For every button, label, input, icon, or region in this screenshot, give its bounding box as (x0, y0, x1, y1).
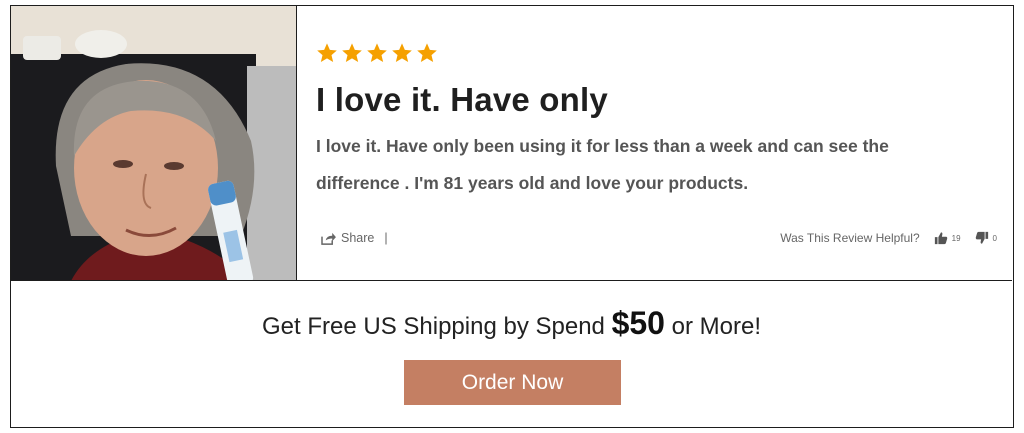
helpful-down-count: 0 (992, 233, 997, 243)
star-icon (342, 43, 362, 62)
star-rating (316, 42, 438, 64)
share-button[interactable]: Share | (321, 231, 388, 245)
helpful-up-count: 19 (951, 233, 961, 243)
share-icon (321, 232, 336, 245)
review-body: I love it. Have only been using it for l… (316, 136, 889, 193)
thumbs-up-icon[interactable] (934, 231, 948, 245)
star-icon (417, 43, 437, 62)
share-label: Share (341, 231, 375, 245)
promo-text-after: or More! (671, 313, 761, 340)
star-icon (392, 43, 412, 62)
review-card: I love it. Have only I love it. Have onl… (10, 5, 1014, 428)
review-helpful: Was This Review Helpful? 19 0 (780, 231, 997, 245)
helpful-label: Was This Review Helpful? (780, 231, 920, 245)
separator: | (384, 231, 388, 245)
reviewer-photo (11, 6, 297, 280)
promo-text-before: Get Free US Shipping by Spend (262, 313, 605, 340)
review-content: I love it. Have only I love it. Have onl… (316, 6, 1012, 280)
review-title: I love it. Have only (316, 81, 608, 118)
order-now-button[interactable]: Order Now (404, 360, 621, 405)
star-icon (317, 43, 337, 62)
star-icon (367, 43, 387, 62)
review-section: I love it. Have only I love it. Have onl… (11, 6, 1012, 281)
promo-amount: $50 (611, 305, 665, 341)
shipping-promo: Get Free US Shipping by Spend $50 or Mor… (11, 305, 1012, 342)
thumbs-down-icon[interactable] (975, 231, 989, 245)
